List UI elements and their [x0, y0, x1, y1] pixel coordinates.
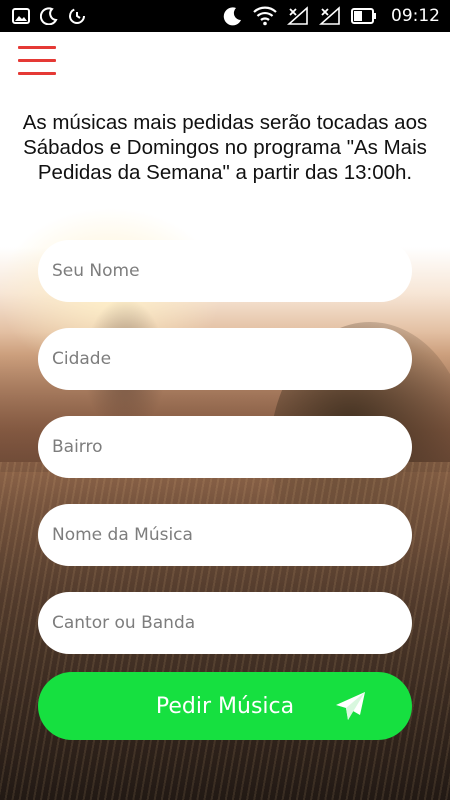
battery-icon: [351, 8, 377, 24]
city-input[interactable]: [38, 328, 412, 390]
hamburger-menu-icon[interactable]: [18, 46, 58, 78]
wifi-icon: [253, 6, 277, 26]
neighborhood-input[interactable]: [38, 416, 412, 478]
signal-2-icon: [319, 6, 341, 26]
request-song-label: Pedir Música: [155, 693, 295, 719]
moon-icon: [223, 6, 243, 26]
gallery-icon: [12, 8, 30, 24]
data-saver-icon: [68, 7, 86, 25]
status-time: 09:12: [391, 6, 440, 26]
status-bar-right: 09:12: [223, 6, 440, 26]
signal-1-icon: [287, 6, 309, 26]
status-bar-left: [12, 7, 86, 25]
paper-plane-icon: [334, 690, 368, 724]
moon-icon: [40, 7, 58, 25]
artist-input[interactable]: [38, 592, 412, 654]
song-name-input[interactable]: [38, 504, 412, 566]
status-bar: 09:12: [0, 0, 450, 32]
app-header: [0, 32, 450, 92]
request-song-button[interactable]: Pedir Música: [38, 672, 412, 740]
intro-text: As músicas mais pedidas serão tocadas ao…: [22, 111, 428, 184]
name-input[interactable]: [38, 240, 412, 302]
